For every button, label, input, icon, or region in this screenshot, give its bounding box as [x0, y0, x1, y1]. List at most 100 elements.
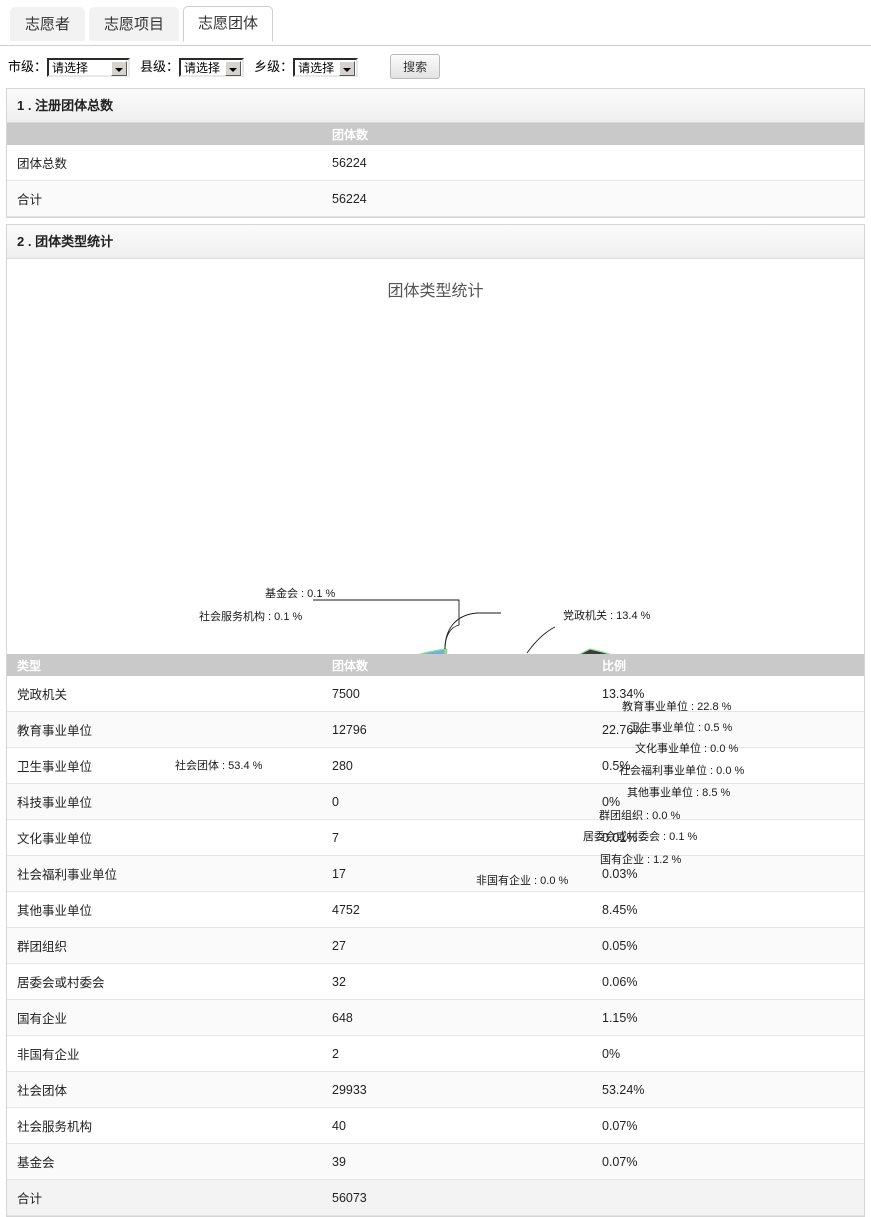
table-row: 社会团体 29933 53.24%	[7, 1071, 864, 1108]
table-row: 团体总数 56224	[7, 145, 864, 181]
table-row: 国有企业 648 1.15%	[7, 999, 864, 1036]
pie-label-social-group: 社会团体 : 53.4 %	[175, 760, 263, 772]
table-row: 党政机关 7500 13.34%	[7, 676, 864, 712]
filter-town: 乡级： 请选择	[254, 56, 359, 78]
th-type: 类型	[7, 654, 322, 676]
tab-bar: 志愿者 志愿项目 志愿团体	[0, 0, 871, 46]
th-ratio: 比例	[592, 654, 864, 676]
group-type-table: 类型 团体数 比例 党政机关 7500 13.34% 教育事业单位 12796 22.76…	[7, 654, 864, 1216]
pie-label-mass-organizations: 群团组织 : 0.0 %	[599, 810, 681, 822]
row-type: 教育事业单位	[7, 711, 322, 748]
row-type: 基金会	[7, 1143, 322, 1180]
tab-volunteer-group[interactable]: 志愿团体	[183, 6, 274, 42]
row-count: 7	[322, 819, 592, 856]
tab-volunteer-project[interactable]: 志愿项目	[89, 7, 180, 41]
pie-label-other-institutions: 其他事业单位 : 8.5 %	[627, 787, 731, 799]
row-ratio: 0.06%	[592, 963, 864, 1000]
pie-label-residents-committee: 居委会或村委会 : 0.1 %	[583, 831, 698, 843]
table-row: 其他事业单位 4752 8.45%	[7, 891, 864, 928]
row-count: 7500	[322, 676, 592, 712]
table-row: 文化事业单位 7 0.01%	[7, 819, 864, 856]
filter-bar: 市级： 请选择 县级： 请选择 乡级： 请选择 搜索	[0, 46, 871, 82]
table-header-row: 团体数	[7, 123, 864, 145]
filter-county: 县级： 请选择	[140, 56, 245, 78]
row-count: 280	[322, 747, 592, 784]
pie-label-non-state-enterprise: 非国有企业 : 0.0 %	[476, 875, 569, 887]
leader-lines	[313, 599, 556, 654]
pie-slice-education	[578, 648, 612, 654]
pie-slice-foundation	[443, 648, 448, 654]
row-ratio: 0%	[592, 1035, 864, 1072]
row-type: 居委会或村委会	[7, 963, 322, 1000]
row-ratio	[592, 1179, 864, 1216]
filter-county-label: 县级：	[140, 58, 180, 74]
search-button[interactable]: 搜索	[390, 54, 441, 79]
row-type: 其他事业单位	[7, 891, 322, 928]
table-row: 社会服务机构 40 0.07%	[7, 1107, 864, 1144]
row-ratio: 0.05%	[592, 927, 864, 964]
total-groups-table: 团体数 团体总数 56224 合计 56224	[7, 123, 864, 217]
section-group-type-stats: 2 . 团体类型统计 团体类型统计 基金会: 0.1 % 社会服务机构: 0…	[6, 224, 865, 1217]
table-row: 群团组织 27 0.05%	[7, 927, 864, 964]
pie-label-foundation: 基金会 : 0.1 %	[265, 588, 336, 600]
pie-label-social-welfare: 社会福利事业单位 : 0.0 %	[619, 765, 745, 777]
row-type: 合计	[7, 1179, 322, 1216]
pie-label-health: 卫生事业单位 : 0.5 %	[629, 722, 733, 734]
pie-label-education: 教育事业单位 : 22.8 %	[622, 701, 732, 713]
row-ratio: 53.24%	[592, 1071, 864, 1108]
row-type: 社会福利事业单位	[7, 855, 322, 892]
section1-title: 1 . 注册团体总数	[7, 89, 864, 123]
th-group-count: 团体数	[322, 123, 864, 145]
th-count: 团体数	[322, 654, 592, 676]
pie-slice-social-group	[418, 648, 446, 654]
city-select[interactable]: 请选择	[47, 58, 131, 78]
row-type: 文化事业单位	[7, 819, 322, 856]
group-type-rows: 党政机关 7500 13.34% 教育事业单位 12796 22.76% 卫生事业单位 280…	[7, 676, 864, 1216]
town-select[interactable]: 请选择	[293, 58, 359, 78]
tab-volunteer[interactable]: 志愿者	[10, 7, 86, 41]
row-type: 国有企业	[7, 999, 322, 1036]
section2-title: 2 . 团体类型统计	[7, 225, 864, 259]
row-ratio: 8.45%	[592, 891, 864, 928]
row-count: 56073	[322, 1179, 592, 1216]
table-row: 科技事业单位 0 0%	[7, 783, 864, 820]
county-select-value: 请选择	[184, 61, 221, 76]
city-select-value: 请选择	[52, 61, 89, 76]
th-blank	[7, 123, 322, 145]
row-label: 团体总数	[7, 145, 322, 181]
table-row: 基金会 39 0.07%	[7, 1143, 864, 1180]
row-value: 56224	[322, 180, 864, 217]
pie-label-social-service-org: 社会服务机构 : 0.1 %	[199, 611, 303, 623]
row-count: 2	[322, 1035, 592, 1072]
pie-label-party-organs: 党政机关 : 13.4 %	[563, 610, 651, 622]
chevron-down-icon	[111, 61, 128, 77]
table-row: 居委会或村委会 32 0.06%	[7, 963, 864, 1000]
chevron-down-icon	[339, 61, 356, 77]
filter-city-label: 市级：	[8, 58, 48, 74]
table-row: 非国有企业 2 0%	[7, 1035, 864, 1072]
row-count: 29933	[322, 1071, 592, 1108]
county-select[interactable]: 请选择	[179, 58, 245, 78]
row-count: 32	[322, 963, 592, 1000]
row-type: 非国有企业	[7, 1035, 322, 1072]
row-label: 合计	[7, 180, 322, 217]
row-count: 648	[322, 999, 592, 1036]
row-count: 39	[322, 1143, 592, 1180]
row-type: 科技事业单位	[7, 783, 322, 820]
row-ratio: 0.07%	[592, 1107, 864, 1144]
pie-label-state-owned-enterprise: 国有企业 : 1.2 %	[600, 854, 682, 866]
pie-label-culture: 文化事业单位 : 0.0 %	[635, 743, 739, 755]
row-type: 社会服务机构	[7, 1107, 322, 1144]
row-ratio: 1.15%	[592, 999, 864, 1036]
section-total-groups: 1 . 注册团体总数 团体数 团体总数 56224 合计 56224	[6, 88, 865, 218]
filter-city: 市级： 请选择	[8, 56, 131, 78]
row-count: 0	[322, 783, 592, 820]
row-type: 社会团体	[7, 1071, 322, 1108]
row-count: 12796	[322, 711, 592, 748]
pie-chart-graphic	[313, 599, 612, 654]
table-header-row: 类型 团体数 比例	[7, 654, 864, 676]
row-count: 40	[322, 1107, 592, 1144]
row-type: 群团组织	[7, 927, 322, 964]
row-count: 4752	[322, 891, 592, 928]
table-row: 合计 56224	[7, 180, 864, 217]
